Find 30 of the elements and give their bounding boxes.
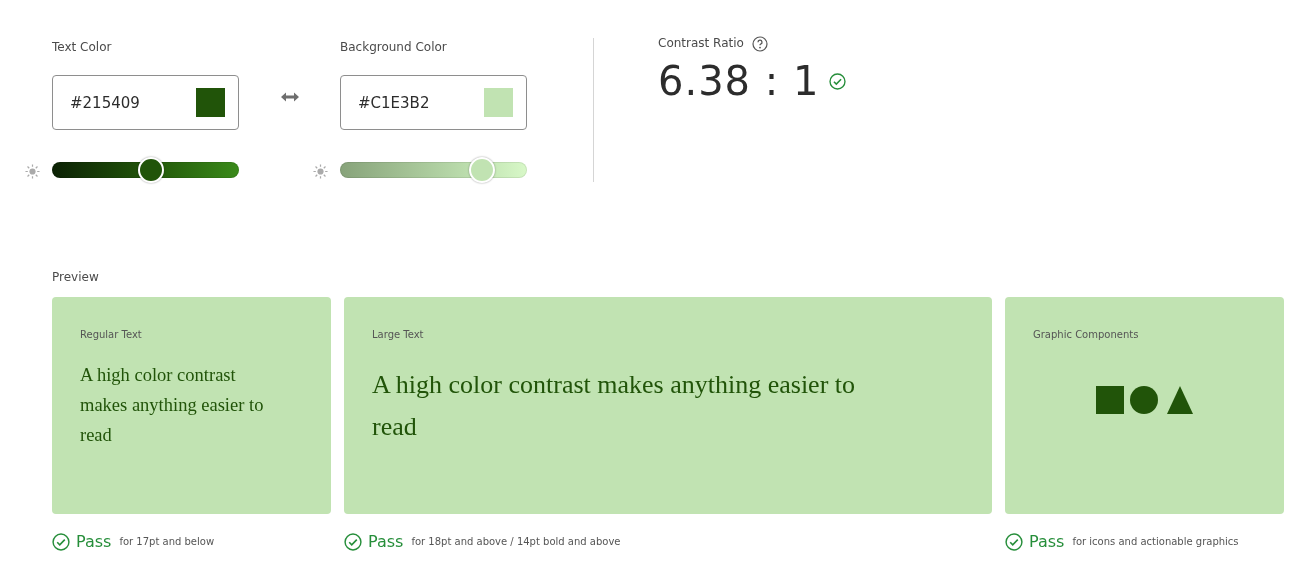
brightness-icon (25, 164, 40, 179)
card-title: Graphic Components (1033, 329, 1140, 340)
preview-label: Preview (52, 270, 100, 286)
help-icon[interactable] (751, 36, 768, 52)
result-text: Pass (1029, 532, 1065, 551)
field-label: Background Color (340, 40, 448, 56)
color-swatch (484, 88, 513, 117)
hex-input-field[interactable]: #C1E3B2 (340, 75, 527, 130)
card-title: Large Text (372, 329, 425, 340)
result-note: for icons and actionable graphics (1072, 536, 1239, 547)
check-icon (829, 72, 847, 90)
slider-thumb[interactable] (138, 157, 165, 183)
sample-text: A high color contrast makes anything easier to read (372, 369, 857, 443)
check-icon (52, 532, 70, 551)
slider-thumb[interactable] (469, 157, 496, 183)
contrast-ratio: 6.38 : 1 (658, 58, 820, 104)
field-label: Text Color (52, 40, 113, 56)
result-note: for 17pt and below (119, 536, 215, 547)
result-text: Pass (76, 532, 112, 551)
brightness-icon (313, 164, 328, 179)
check-icon (344, 532, 362, 551)
contrast-label: Contrast Ratio (658, 36, 744, 52)
result-text: Pass (368, 532, 404, 551)
check-icon (1005, 532, 1023, 551)
sample-text: A high color contrast makes anything easier to read (80, 364, 265, 447)
hex-input-field[interactable]: #215409 (52, 75, 239, 130)
result-note: for 18pt and above / 14pt bold and above (411, 536, 621, 547)
swap-icon[interactable] (280, 92, 299, 102)
color-swatch (196, 88, 225, 117)
card-title: Regular Text (80, 329, 143, 340)
